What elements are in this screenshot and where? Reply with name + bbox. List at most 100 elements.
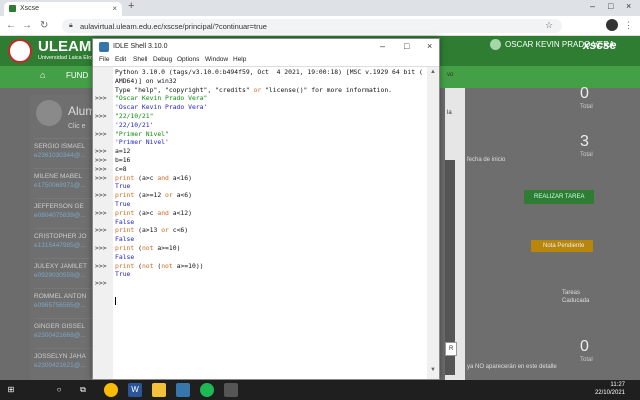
shell-line[interactable]: True	[115, 182, 130, 190]
new-tab-button[interactable]: +	[128, 0, 134, 12]
shell-line[interactable]: "Primer Nivel"	[115, 130, 169, 138]
student-email[interactable]: e2300421668@...	[34, 330, 100, 339]
shell-line[interactable]: "22/10/21"	[115, 112, 153, 120]
menu-edit[interactable]: Edit	[115, 56, 126, 63]
student-email[interactable]: e2300421621@...	[34, 360, 100, 369]
student-list-item[interactable]: ROMMEL ANTON e0965756565@...	[34, 288, 100, 318]
menu-help[interactable]: Help	[233, 56, 246, 63]
shell-line[interactable]: 'Oscar Kevin Prado Vera'	[115, 103, 207, 111]
start-icon[interactable]: ⊞	[4, 383, 18, 397]
shell-line[interactable]: False	[115, 253, 134, 261]
student-list-item[interactable]: MILENE MABEL e1750068971@...	[34, 168, 100, 198]
shell-line[interactable]: print (a>c and a<16)	[115, 174, 192, 182]
shell-line[interactable]: Type "help", "copyright", "credits" or "…	[115, 86, 392, 94]
back-icon[interactable]: ←	[6, 20, 16, 31]
student-email[interactable]: e1315447985@...	[34, 240, 100, 249]
home-icon[interactable]: ⌂	[40, 70, 45, 80]
realizar-tarea-button[interactable]: REALIZAR TAREA	[524, 190, 594, 204]
student-list-item[interactable]: GINGER GISSEL e2300421668@...	[34, 318, 100, 348]
shell-line[interactable]: '22/10/21'	[115, 121, 153, 129]
clock-time: 11:27	[610, 382, 625, 388]
search-icon[interactable]: ○	[52, 383, 66, 397]
menu-file[interactable]: File	[99, 56, 109, 63]
address-bar[interactable]: 🔒︎ aulavirtual.uleam.edu.ec/xscse/princi…	[62, 19, 562, 33]
profile-avatar[interactable]	[606, 19, 618, 31]
shell-line[interactable]: AMD64)] on win32	[115, 77, 177, 85]
shell-line[interactable]: b=16	[115, 156, 130, 164]
dialog-button-fragment[interactable]: R	[445, 342, 457, 356]
student-list-item[interactable]: SERGIO ISMAEL e2361030344@...	[34, 138, 100, 168]
forward-icon[interactable]: →	[22, 20, 32, 31]
shell-prompt: >>>	[95, 226, 107, 235]
text-cursor	[115, 297, 116, 305]
student-email[interactable]: e1750068971@...	[34, 180, 100, 189]
shell-line[interactable]: print (not a>=10)	[115, 244, 180, 252]
menu-window[interactable]: Window	[205, 56, 228, 63]
word-icon[interactable]: W	[128, 383, 142, 397]
user-avatar[interactable]	[490, 39, 501, 50]
shell-prompt: >>>	[95, 244, 107, 252]
fecha-label: fecha de inicio	[467, 157, 506, 163]
shell-line[interactable]: True	[115, 270, 130, 278]
menu-shell[interactable]: Shell	[133, 56, 147, 63]
scroll-down-icon[interactable]: ▼	[430, 367, 436, 373]
maximize-icon[interactable]: □	[608, 1, 613, 11]
photos-icon[interactable]	[224, 383, 238, 397]
site-favicon-icon	[9, 5, 16, 12]
nota-pendiente-button[interactable]: Nota Pendiente	[531, 240, 593, 252]
student-name: JULEXY JAMILET	[34, 263, 87, 270]
shell-line[interactable]: print (a>c and a<12)	[115, 209, 192, 217]
shell-line[interactable]: a=12	[115, 147, 130, 155]
student-email[interactable]: e0929030559@...	[34, 270, 100, 279]
student-list-item[interactable]: JOSSELYN JAHA e2300421621@...	[34, 348, 100, 378]
shell-line[interactable]: print (a>13 or c<6)	[115, 226, 188, 234]
student-list-item[interactable]: JEFFERSON GE e0804075839@...	[34, 198, 100, 228]
browser-tab[interactable]: Xscse ×	[4, 2, 122, 16]
shell-line[interactable]: print (a>=12 or a<6)	[115, 191, 192, 199]
task-view-icon[interactable]: ⧉	[76, 383, 90, 397]
idle-title-bar[interactable]: IDLE Shell 3.10.0	[93, 39, 439, 55]
idle-maximize-icon[interactable]: □	[404, 41, 409, 51]
address-toolbar: ← → ↻ 🔒︎ aulavirtual.uleam.edu.ec/xscse/…	[0, 16, 640, 36]
browser-menu-icon[interactable]: ⋮	[624, 20, 633, 31]
shell-line[interactable]: c=8	[115, 165, 127, 173]
shell-prompt: >>>	[95, 156, 107, 164]
bookmark-star-icon[interactable]: ☆	[545, 20, 553, 31]
student-list-item[interactable]: JULEXY JAMILET e0929030559@...	[34, 258, 100, 288]
menu-options[interactable]: Options	[177, 56, 199, 63]
shell-prompt: >>>	[95, 94, 107, 103]
minimize-icon[interactable]: –	[590, 1, 595, 11]
total-label-bottom: Total	[580, 357, 593, 363]
reload-icon[interactable]: ↻	[40, 20, 48, 31]
realizar-tarea-label: REALIZAR TAREA	[534, 194, 585, 200]
taskbar-clock[interactable]: 11:27 22/10/2021	[587, 381, 625, 397]
shell-line[interactable]: True	[115, 200, 130, 208]
python-taskbar-icon[interactable]	[176, 383, 190, 397]
idle-shell-window[interactable]: IDLE Shell 3.10.0 – □ × File Edit Shell Deb…	[92, 38, 440, 380]
close-window-icon[interactable]: ×	[626, 1, 631, 11]
shell-line[interactable]: print (not (not a>=10))	[115, 262, 204, 270]
shell-line[interactable]: False	[115, 235, 134, 243]
file-explorer-icon[interactable]	[152, 383, 166, 397]
scroll-up-icon[interactable]: ▲	[430, 69, 436, 75]
shell-line[interactable]: False	[115, 218, 134, 226]
idle-minimize-icon[interactable]: –	[380, 41, 385, 51]
spotify-icon[interactable]	[200, 383, 214, 397]
menu-debug[interactable]: Debug	[153, 56, 172, 63]
browser-tab-bar: Xscse × + – □ ×	[0, 0, 640, 16]
shell-line[interactable]: Python 3.10.0 (tags/v3.10.0:b494f59, Oct…	[115, 68, 423, 76]
student-email[interactable]: e2361030344@...	[34, 150, 100, 159]
students-subtitle: Clic e	[68, 123, 86, 130]
close-tab-icon[interactable]: ×	[112, 4, 117, 13]
student-name: SERGIO ISMAEL	[34, 143, 85, 150]
shell-prompt: >>>	[95, 112, 107, 120]
chrome-icon[interactable]	[104, 383, 118, 397]
nav-fund[interactable]: FUND	[66, 71, 88, 80]
student-list-item[interactable]: CRISTOPHER JO e1315447985@...	[34, 228, 100, 258]
student-email[interactable]: e0965756565@...	[34, 300, 100, 309]
shell-line[interactable]: "Oscar Kevin Prado Vera"	[115, 94, 207, 102]
student-email[interactable]: e0804075839@...	[34, 210, 100, 219]
shell-line[interactable]: 'Primer Nivel'	[115, 138, 169, 146]
idle-close-icon[interactable]: ×	[427, 41, 432, 51]
idle-scrollbar[interactable]: ▲ ▼	[427, 67, 439, 379]
